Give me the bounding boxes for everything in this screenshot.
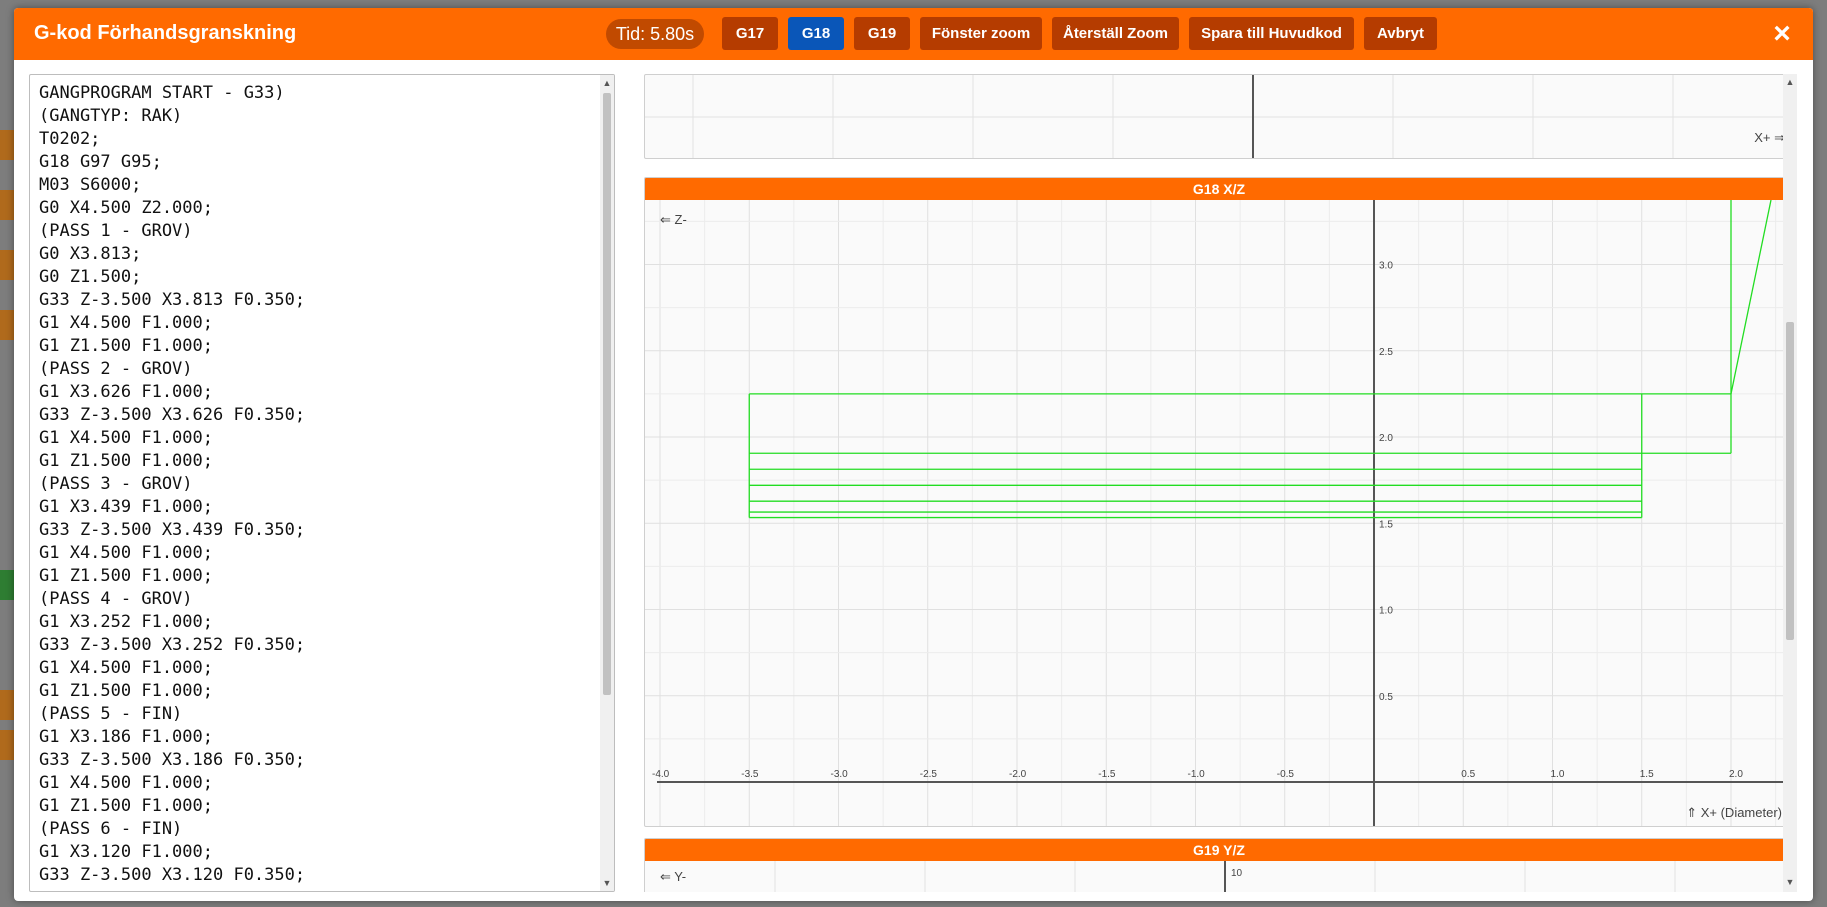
- code-line: M03 S6000;: [39, 175, 142, 195]
- graphs-scrollbar[interactable]: ▲ ▼: [1783, 74, 1797, 892]
- code-line: G0 X4.500 Z2.000;: [39, 198, 213, 218]
- code-line: G1 X4.500 F1.000;: [39, 543, 213, 563]
- scroll-down-icon[interactable]: ▼: [601, 877, 613, 889]
- modal-header: G-kod Förhandsgranskning Tid: 5.80s G17 …: [14, 8, 1813, 60]
- g17-x-axis-label: X+ ⇒: [1754, 130, 1785, 145]
- code-line: G0 Z1.500;: [39, 267, 142, 287]
- z-minus-label: ⇐ Z-: [660, 212, 687, 227]
- background-strip: [0, 690, 14, 720]
- code-line: G33 Z-3.500 X3.120 F0.350;: [39, 865, 306, 885]
- code-line: G1 X3.626 F1.000;: [39, 382, 213, 402]
- code-line: G1 X4.500 F1.000;: [39, 773, 213, 793]
- code-line: G1 X3.186 F1.000;: [39, 727, 213, 747]
- toolpath-segment: [1730, 200, 1772, 395]
- close-icon[interactable]: ×: [1764, 16, 1800, 52]
- h-tick-label: -1.0: [1188, 769, 1206, 780]
- v-tick-label: 2.0: [1379, 433, 1393, 444]
- v-tick-label: 0.5: [1379, 692, 1393, 703]
- code-line: (PASS 6 - FIN): [39, 819, 183, 839]
- g17-panel: X+ ⇒: [644, 74, 1794, 159]
- background-strip: [0, 190, 14, 220]
- gcode-preview-modal: G-kod Förhandsgranskning Tid: 5.80s G17 …: [14, 8, 1813, 901]
- h-tick-label: -3.5: [741, 769, 759, 780]
- g18-panel: G18 X/Z -4.0 -3.5 -3.0 -2.5 -2.0 -1.5 -1.0 -0.5…: [644, 177, 1794, 827]
- code-line: G1 Z1.500 F1.000;: [39, 451, 213, 471]
- h-tick-label: -2.5: [920, 769, 938, 780]
- code-line: (PASS 2 - GROV): [39, 359, 193, 379]
- scroll-up-icon[interactable]: ▲: [601, 77, 613, 89]
- g18-button[interactable]: G18: [788, 17, 844, 50]
- code-line: G1 Z1.500 F1.000;: [39, 796, 213, 816]
- code-line: G1 Z1.500 F1.000;: [39, 336, 213, 356]
- background-strip: [0, 310, 14, 340]
- code-line: G1 X3.252 F1.000;: [39, 612, 213, 632]
- code-line: G18 G97 G95;: [39, 152, 162, 172]
- h-tick-label: -4.0: [652, 769, 670, 780]
- code-line: (PASS 1 - GROV): [39, 221, 193, 241]
- code-line: GANGPROGRAM START - G33): [39, 83, 285, 103]
- code-line: G33 Z-3.500 X3.439 F0.350;: [39, 520, 306, 540]
- save-to-main-button[interactable]: Spara till Huvudkod: [1189, 17, 1354, 50]
- x-plus-diameter-label: ⇑ X+ (Diameter): [1686, 805, 1782, 820]
- cancel-button[interactable]: Avbryt: [1364, 17, 1437, 50]
- y-minus-label: ⇐ Y-: [660, 869, 686, 884]
- code-line: T0202;: [39, 129, 101, 149]
- code-line: (PASS 4 - GROV): [39, 589, 193, 609]
- g17-button[interactable]: G17: [722, 17, 778, 50]
- time-badge: Tid: 5.80s: [606, 19, 704, 49]
- code-line: G1 X4.500 F1.000;: [39, 658, 213, 678]
- code-line: G1 X4.500 F1.000;: [39, 313, 213, 333]
- g18-panel-title: G18 X/Z: [645, 178, 1793, 200]
- graphs-scroll-thumb[interactable]: [1786, 322, 1794, 640]
- code-line: G33 Z-3.500 X3.626 F0.350;: [39, 405, 306, 425]
- scroll-up-icon[interactable]: ▲: [1784, 76, 1796, 88]
- h-tick-label: 2.0: [1729, 769, 1743, 780]
- code-line: G1 Z1.500 F1.000;: [39, 681, 213, 701]
- code-scrollbar[interactable]: ▲ ▼: [600, 75, 614, 891]
- h-tick-label: -2.0: [1009, 769, 1027, 780]
- code-line: G33 Z-3.500 X3.813 F0.350;: [39, 290, 306, 310]
- scroll-down-icon[interactable]: ▼: [1784, 876, 1796, 888]
- code-line: G33 Z-3.500 X3.252 F0.350;: [39, 635, 306, 655]
- code-line: (GANGTYP: RAK): [39, 106, 183, 126]
- background-strip: [0, 730, 14, 760]
- h-tick-label: 1.5: [1640, 769, 1654, 780]
- h-tick-label: -3.0: [831, 769, 849, 780]
- g19-panel-title: G19 Y/Z: [645, 839, 1793, 861]
- v-tick-label: 3.0: [1379, 261, 1393, 272]
- gcode-textarea[interactable]: GANGPROGRAM START - G33) (GANGTYP: RAK) T0…: [29, 74, 615, 892]
- code-scroll-thumb[interactable]: [603, 93, 611, 695]
- code-line: G1 X4.500 F1.000;: [39, 428, 213, 448]
- g19-panel: G19 Y/Z ⇐ Y- 10: [644, 838, 1794, 892]
- g19-button[interactable]: G19: [854, 17, 910, 50]
- window-zoom-button[interactable]: Fönster zoom: [920, 17, 1042, 50]
- code-line: G0 X3.813;: [39, 244, 142, 264]
- background-strip: [0, 570, 14, 600]
- code-line: G1 X3.120 F1.000;: [39, 842, 213, 862]
- g19-plot: ⇐ Y- 10: [660, 861, 1676, 892]
- h-tick-label: -0.5: [1277, 769, 1295, 780]
- reset-zoom-button[interactable]: Återställ Zoom: [1052, 17, 1179, 50]
- g17-plot: X+ ⇒: [645, 75, 1793, 158]
- background-strip: [0, 250, 14, 280]
- code-line: G1 X3.439 F1.000;: [39, 497, 213, 517]
- g18-plot: -4.0 -3.5 -3.0 -2.5 -2.0 -1.5 -1.0 -0.5 0.5 1.0 1.…: [645, 200, 1793, 826]
- background-strip: [0, 130, 14, 160]
- h-tick-label: -1.5: [1098, 769, 1116, 780]
- v-tick-label: 1.5: [1379, 519, 1393, 530]
- g19-tick-label: 10: [1231, 868, 1243, 879]
- code-line: (PASS 3 - GROV): [39, 474, 193, 494]
- graphs-container: X+ ⇒ G18 X/Z -4.0 -3.5 -3.0 -2.5 -2.0 -1.5 -1.…: [629, 74, 1797, 892]
- code-line: G33 Z-3.500 X3.186 F0.350;: [39, 750, 306, 770]
- code-line: (PASS 5 - FIN): [39, 704, 183, 724]
- h-tick-label: 1.0: [1551, 769, 1565, 780]
- v-tick-label: 1.0: [1379, 606, 1393, 617]
- h-tick-label: 0.5: [1461, 769, 1475, 780]
- code-line: G1 Z1.500 F1.000;: [39, 566, 213, 586]
- v-tick-label: 2.5: [1379, 347, 1393, 358]
- modal-title: G-kod Förhandsgranskning: [34, 22, 297, 44]
